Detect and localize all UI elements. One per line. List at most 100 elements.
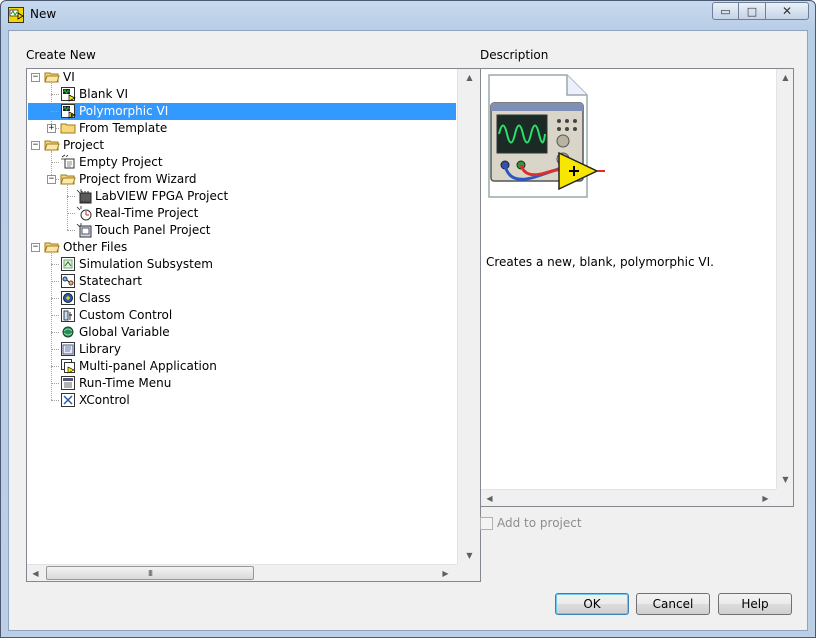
fpga-project-icon <box>76 189 92 204</box>
polymorphic-vi-large-icon <box>488 74 605 198</box>
minimize-button[interactable]: ▭ <box>712 2 739 20</box>
desc-scroll-left-icon[interactable]: ◀ <box>481 490 498 507</box>
tree-item-xcontrol[interactable]: XControl <box>27 392 457 409</box>
class-icon <box>61 291 75 305</box>
tree-connector-line <box>67 230 75 231</box>
global-variable-icon <box>62 326 74 338</box>
scroll-grip-icon: III <box>147 569 153 578</box>
tree-item-real-time-project[interactable]: Real-Time Project <box>27 205 457 222</box>
desc-scroll-up-icon[interactable]: ▲ <box>777 69 794 86</box>
library-icon <box>61 342 75 356</box>
scroll-right-icon[interactable]: ▶ <box>437 565 454 581</box>
tree-item-global-variable[interactable]: Global Variable <box>27 324 457 341</box>
tree-item-vi[interactable]: − VI <box>27 69 457 86</box>
xcontrol-icon <box>61 393 75 407</box>
tree-item-blank-vi[interactable]: Blank VI <box>27 86 457 103</box>
desc-scrollbar-corner <box>776 489 793 506</box>
tree-item-label: Real-Time Project <box>95 206 199 220</box>
tree-item-label: XControl <box>79 393 130 407</box>
scrollbar-corner <box>457 564 480 581</box>
scroll-left-icon[interactable]: ◀ <box>27 565 44 581</box>
tree-item-multi-panel-application[interactable]: Multi-panel Application <box>27 358 457 375</box>
scroll-down-icon[interactable]: ▼ <box>461 547 478 564</box>
horizontal-scroll-thumb[interactable]: III <box>46 566 254 580</box>
expand-icon[interactable]: + <box>47 124 56 133</box>
tree-item-empty-project[interactable]: Empty Project <box>27 154 457 171</box>
tree-content: − VI Blank VI Polymorphic VI + From Template −… <box>27 69 457 564</box>
tree-item-from-template[interactable]: + From Template <box>27 120 457 137</box>
dialog-client-area: Create New Description − VI Blank VI Polymo… <box>8 30 808 631</box>
tree-connector-line <box>51 111 59 112</box>
tree-connector-line <box>51 383 59 384</box>
tree-item-label: From Template <box>79 121 168 135</box>
tree-item-project-from-wizard[interactable]: − Project from Wizard <box>27 171 457 188</box>
tree-connector-line <box>51 315 59 316</box>
tree-item-statechart[interactable]: Statechart <box>27 273 457 290</box>
folder-open-icon <box>44 72 60 83</box>
maximize-button[interactable]: □ <box>739 2 766 20</box>
add-to-project-label: Add to project <box>497 516 582 530</box>
tree-item-other-files[interactable]: − Other Files <box>27 239 457 256</box>
labview-app-icon <box>8 7 24 23</box>
create-new-label: Create New <box>26 48 96 62</box>
window-title: New <box>30 7 57 21</box>
description-horizontal-scrollbar[interactable]: ◀ ▶ <box>481 489 776 506</box>
folder-open-icon <box>44 140 60 151</box>
collapse-icon[interactable]: − <box>31 243 40 252</box>
desc-scroll-down-icon[interactable]: ▼ <box>777 471 794 488</box>
close-icon: ✕ <box>781 4 793 18</box>
statechart-icon <box>61 274 75 288</box>
realtime-project-icon <box>76 206 92 221</box>
create-new-tree[interactable]: − VI Blank VI Polymorphic VI + From Template −… <box>26 68 481 582</box>
description-vertical-scrollbar[interactable]: ▲ ▼ <box>776 69 793 489</box>
custom-control-icon <box>61 308 75 322</box>
tree-item-label: Touch Panel Project <box>95 223 211 237</box>
tree-item-label: Library <box>79 342 121 356</box>
tree-item-label: Polymorphic VI <box>79 104 169 118</box>
tree-connector-line <box>67 196 75 197</box>
collapse-icon[interactable]: − <box>31 73 40 82</box>
tree-item-label: Project <box>63 138 105 152</box>
polymorphic-vi-icon <box>61 104 76 119</box>
tree-item-class[interactable]: Class <box>27 290 457 307</box>
tree-item-label: Empty Project <box>79 155 163 169</box>
tree-item-label: Run-Time Menu <box>79 376 172 390</box>
desc-scroll-right-icon[interactable]: ▶ <box>757 490 774 507</box>
vi-icon <box>61 87 76 102</box>
multi-panel-app-icon <box>61 359 75 374</box>
collapse-icon[interactable]: − <box>47 175 56 184</box>
tree-item-polymorphic-vi[interactable]: Polymorphic VI <box>28 103 456 120</box>
help-button[interactable]: Help <box>718 593 792 615</box>
tree-item-label: Global Variable <box>79 325 170 339</box>
collapse-icon[interactable]: − <box>31 141 40 150</box>
tree-item-label: VI <box>63 70 75 84</box>
tree-item-touch-panel-project[interactable]: Touch Panel Project <box>27 222 457 239</box>
tree-connector-line <box>51 281 59 282</box>
tree-item-project[interactable]: − Project <box>27 137 457 154</box>
tree-item-simulation-subsystem[interactable]: Simulation Subsystem <box>27 256 457 273</box>
ok-button[interactable]: OK <box>555 593 629 615</box>
project-icon <box>61 154 75 169</box>
tree-connector-line <box>51 366 59 367</box>
maximize-icon: □ <box>746 4 758 18</box>
simulation-subsystem-icon <box>61 257 75 271</box>
scroll-up-icon[interactable]: ▲ <box>461 69 478 86</box>
title-bar[interactable]: New ▭ □ ✕ <box>1 1 815 29</box>
tree-item-library[interactable]: Library <box>27 341 457 358</box>
tree-item-label: Blank VI <box>79 87 129 101</box>
tree-connector-line <box>51 400 59 401</box>
close-button[interactable]: ✕ <box>766 2 809 20</box>
tree-item-label: Custom Control <box>79 308 173 322</box>
cancel-button[interactable]: Cancel <box>636 593 710 615</box>
tree-item-run-time-menu[interactable]: Run-Time Menu <box>27 375 457 392</box>
runtime-menu-icon <box>61 376 75 390</box>
tree-item-labview-fpga-project[interactable]: LabVIEW FPGA Project <box>27 188 457 205</box>
tree-connector-line <box>51 298 59 299</box>
tree-item-custom-control[interactable]: Custom Control <box>27 307 457 324</box>
add-to-project-checkbox[interactable] <box>480 516 493 530</box>
tree-connector-line <box>51 332 59 333</box>
tree-horizontal-scrollbar[interactable]: ◀ III ▶ <box>27 564 457 581</box>
tree-vertical-scrollbar[interactable]: ▲ ▼ <box>457 69 480 564</box>
folder-open-icon <box>60 174 76 185</box>
new-dialog-window: New ▭ □ ✕ Create New Description − VI Blan… <box>0 0 816 638</box>
